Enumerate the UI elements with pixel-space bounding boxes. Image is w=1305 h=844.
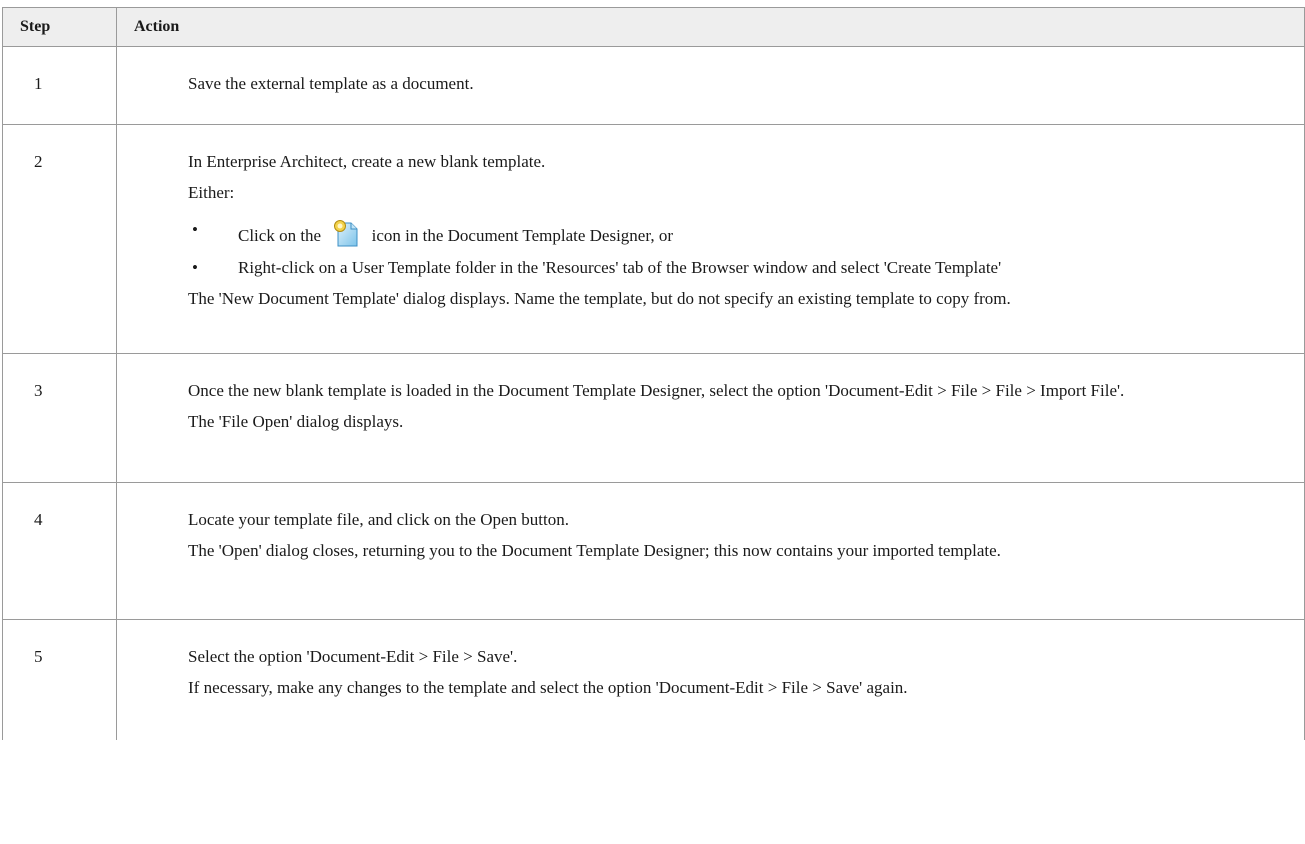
action-text: In Enterprise Architect, create a new bl…	[188, 152, 546, 171]
action-text: Save the external template as a document…	[188, 74, 474, 93]
steps-table: Step Action 1 Save the external template…	[2, 7, 1305, 740]
action-cell: Locate your template file, and click on …	[116, 482, 1305, 620]
table-row: 3 Once the new blank template is loaded …	[2, 353, 1305, 483]
action-cell: Save the external template as a document…	[116, 46, 1305, 125]
step-number: 5	[2, 619, 117, 740]
new-template-icon	[334, 220, 358, 247]
action-text: Locate your template file, and click on …	[188, 510, 569, 529]
table-row: 5 Select the option 'Document-Edit > Fil…	[2, 619, 1305, 740]
bullet-text-before: Click on the	[238, 226, 322, 245]
step-number: 1	[2, 46, 117, 125]
table-row: 2 In Enterprise Architect, create a new …	[2, 124, 1305, 354]
list-item: • Click on the icon in the Document Temp…	[188, 219, 1296, 247]
step-number: 2	[2, 124, 117, 354]
table-row: 1 Save the external template as a docume…	[2, 46, 1305, 125]
header-step: Step	[2, 7, 117, 47]
bullet: •	[192, 220, 198, 239]
action-cell: Once the new blank template is loaded in…	[116, 353, 1305, 483]
header-action: Action	[116, 7, 1305, 47]
action-text: Select the option 'Document-Edit > File …	[188, 647, 518, 666]
action-text: If necessary, make any changes to the te…	[188, 678, 908, 697]
bullet-text: Right-click on a User Template folder in…	[238, 258, 1002, 277]
action-text: The 'Open' dialog closes, returning you …	[188, 541, 1001, 560]
options-list: • Click on the icon in the Document Temp…	[188, 219, 1296, 278]
action-text: Either:	[188, 183, 235, 202]
step-number: 4	[2, 482, 117, 620]
action-text: The 'File Open' dialog displays.	[188, 412, 404, 431]
action-cell: In Enterprise Architect, create a new bl…	[116, 124, 1305, 354]
table-row: 4 Locate your template file, and click o…	[2, 482, 1305, 620]
bullet-text-after: icon in the Document Template Designer, …	[371, 226, 673, 245]
action-cell: Select the option 'Document-Edit > File …	[116, 619, 1305, 740]
bullet: •	[192, 258, 198, 277]
action-text: Once the new blank template is loaded in…	[188, 381, 1125, 400]
header-row: Step Action	[2, 7, 1305, 47]
action-text: The 'New Document Template' dialog displ…	[188, 289, 1011, 308]
step-number: 3	[2, 353, 117, 483]
list-item: • Right-click on a User Template folder …	[188, 257, 1296, 278]
